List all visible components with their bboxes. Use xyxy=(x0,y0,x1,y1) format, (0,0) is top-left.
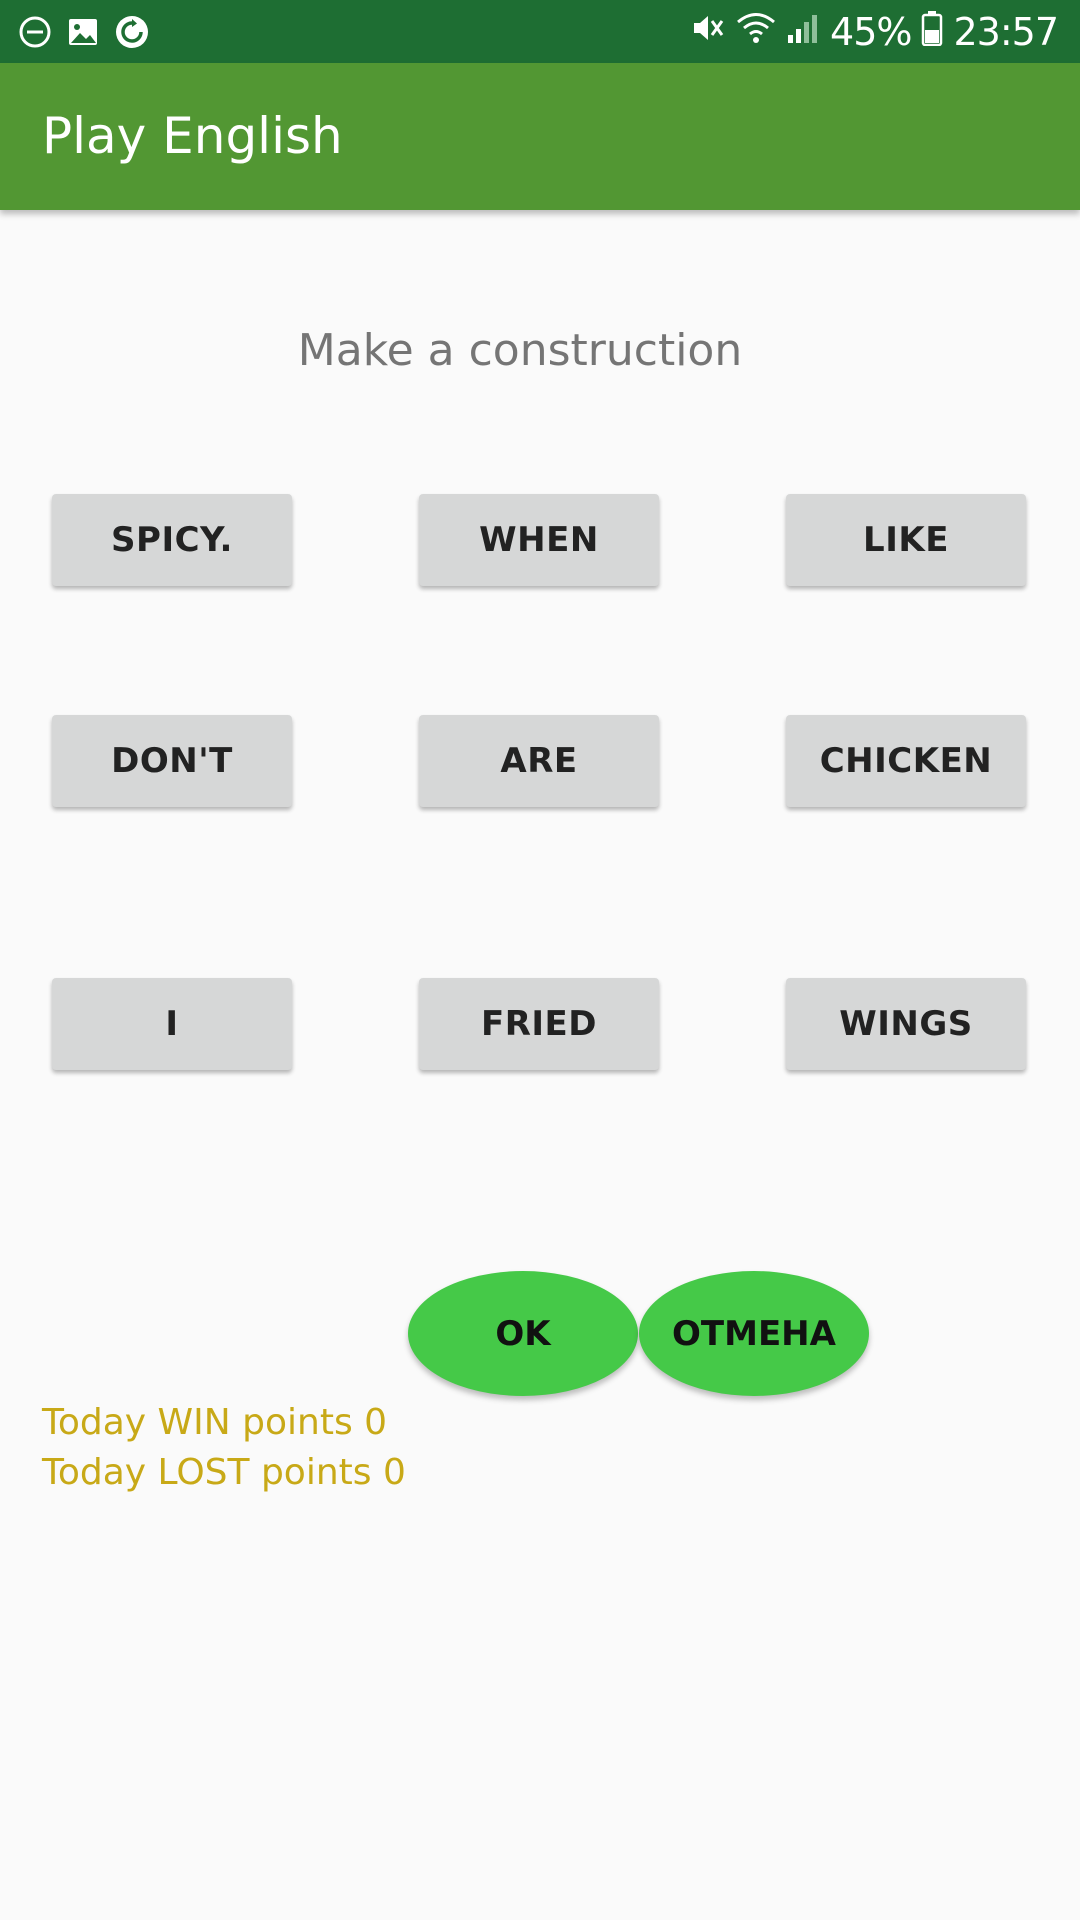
vibrate-icon xyxy=(688,10,726,54)
status-time: 23:57 xyxy=(953,10,1059,54)
app-bar: Play English xyxy=(0,63,1080,210)
do-not-disturb-icon xyxy=(18,15,52,54)
word-button-are[interactable]: ARE xyxy=(419,715,659,807)
ok-button[interactable]: OK xyxy=(408,1271,638,1396)
word-button-dont[interactable]: DON'T xyxy=(52,715,292,807)
signal-icon xyxy=(786,10,820,54)
word-button-when[interactable]: WHEN xyxy=(419,494,659,586)
image-icon xyxy=(66,15,100,54)
sync-icon xyxy=(114,14,150,55)
instruction-prompt: Make a construction xyxy=(297,325,743,376)
word-button-chicken[interactable]: CHICKEN xyxy=(786,715,1026,807)
lost-points-text: Today LOST points 0 xyxy=(42,1452,406,1493)
wifi-icon xyxy=(736,10,776,54)
battery-icon xyxy=(921,10,943,55)
word-button-i[interactable]: I xyxy=(52,978,292,1070)
word-button-fried[interactable]: FRIED xyxy=(419,978,659,1070)
cancel-button[interactable]: ОТМЕНА xyxy=(639,1271,869,1396)
win-points-text: Today WIN points 0 xyxy=(42,1402,388,1443)
app-title: Play English xyxy=(42,107,343,165)
status-bar: 45% 23:57 xyxy=(0,0,1080,63)
word-button-spicy[interactable]: SPICY. xyxy=(52,494,292,586)
word-button-like[interactable]: LIKE xyxy=(786,494,1026,586)
status-left-icons xyxy=(18,14,150,55)
word-button-wings[interactable]: WINGS xyxy=(786,978,1026,1070)
battery-percent: 45% xyxy=(830,10,912,54)
status-right-icons: 45% 23:57 xyxy=(688,8,1059,56)
